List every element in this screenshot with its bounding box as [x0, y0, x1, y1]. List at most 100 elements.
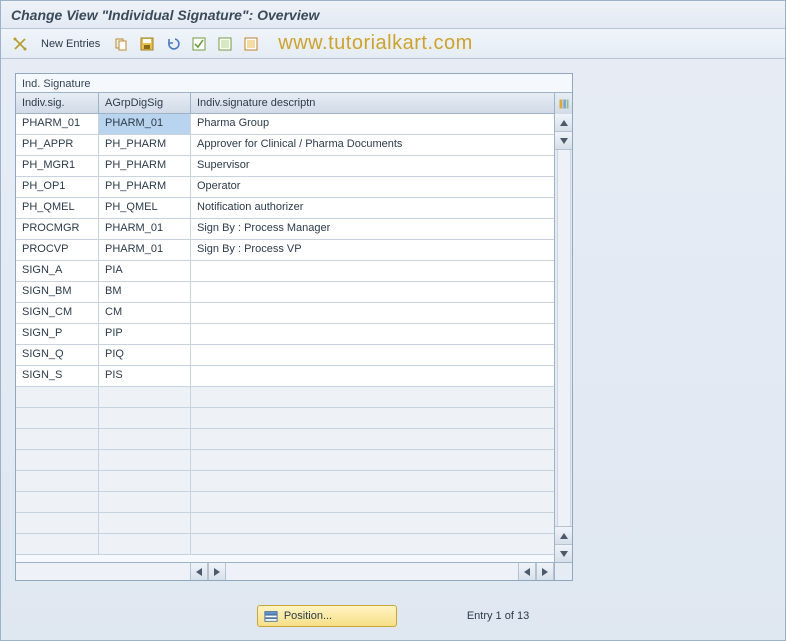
col-header-indiv-sig[interactable]: Indiv.sig.	[16, 93, 98, 113]
table-row[interactable]: SIGN_BMBM	[16, 282, 554, 303]
cell-agrp[interactable]: PH_PHARM	[98, 135, 190, 155]
cell-empty[interactable]	[190, 450, 554, 470]
save-icon[interactable]	[136, 34, 158, 54]
cell-empty[interactable]	[16, 450, 98, 470]
table-row[interactable]: SIGN_APIA	[16, 261, 554, 282]
table-row[interactable]	[16, 408, 554, 429]
cell-description[interactable]	[190, 282, 554, 302]
table-row[interactable]	[16, 492, 554, 513]
table-row[interactable]: SIGN_QPIQ	[16, 345, 554, 366]
table-row[interactable]: PH_MGR1PH_PHARMSupervisor	[16, 156, 554, 177]
cell-agrp[interactable]: PHARM_01	[98, 219, 190, 239]
cell-indiv-sig[interactable]: PH_OP1	[16, 177, 98, 197]
cell-empty[interactable]	[190, 513, 554, 533]
table-row[interactable]: PH_APPRPH_PHARMApprover for Clinical / P…	[16, 135, 554, 156]
scroll-up-icon[interactable]	[555, 114, 572, 132]
cell-description[interactable]: Approver for Clinical / Pharma Documents	[190, 135, 554, 155]
cell-description[interactable]: Notification authorizer	[190, 198, 554, 218]
table-row[interactable]	[16, 450, 554, 471]
table-row[interactable]: SIGN_CMCM	[16, 303, 554, 324]
hscroll-left-b-icon[interactable]	[518, 563, 536, 580]
table-row[interactable]: PROCMGRPHARM_01Sign By : Process Manager	[16, 219, 554, 240]
cell-agrp[interactable]: PHARM_01	[98, 240, 190, 260]
table-row[interactable]: PHARM_01PHARM_01Pharma Group	[16, 114, 554, 135]
cell-empty[interactable]	[16, 429, 98, 449]
cell-empty[interactable]	[98, 513, 190, 533]
table-row[interactable]	[16, 471, 554, 492]
deselect-icon[interactable]	[240, 34, 262, 54]
cell-agrp[interactable]: PIQ	[98, 345, 190, 365]
cell-empty[interactable]	[190, 492, 554, 512]
cell-agrp[interactable]: PIS	[98, 366, 190, 386]
table-row[interactable]: PH_QMELPH_QMELNotification authorizer	[16, 198, 554, 219]
cell-empty[interactable]	[16, 408, 98, 428]
cell-indiv-sig[interactable]: PH_MGR1	[16, 156, 98, 176]
cell-description[interactable]: Pharma Group	[190, 114, 554, 134]
cell-empty[interactable]	[16, 513, 98, 533]
cell-description[interactable]: Supervisor	[190, 156, 554, 176]
table-row[interactable]: SIGN_SPIS	[16, 366, 554, 387]
cell-indiv-sig[interactable]: SIGN_P	[16, 324, 98, 344]
cell-empty[interactable]	[190, 387, 554, 407]
cell-agrp[interactable]: PH_PHARM	[98, 156, 190, 176]
cell-agrp[interactable]: PIP	[98, 324, 190, 344]
table-row[interactable]	[16, 534, 554, 555]
col-header-agrp[interactable]: AGrpDigSig	[98, 93, 190, 113]
cell-description[interactable]	[190, 366, 554, 386]
vertical-scrollbar[interactable]	[554, 114, 572, 562]
table-row[interactable]: PROCVPPHARM_01Sign By : Process VP	[16, 240, 554, 261]
cell-agrp[interactable]: CM	[98, 303, 190, 323]
cell-empty[interactable]	[98, 429, 190, 449]
scroll-down-small-icon[interactable]	[555, 132, 572, 150]
cell-description[interactable]	[190, 345, 554, 365]
cell-indiv-sig[interactable]: SIGN_S	[16, 366, 98, 386]
new-entries-button[interactable]: New Entries	[35, 34, 106, 54]
toggle-icon[interactable]	[9, 34, 31, 54]
cell-indiv-sig[interactable]: PHARM_01	[16, 114, 98, 134]
cell-indiv-sig[interactable]: SIGN_BM	[16, 282, 98, 302]
table-row[interactable]	[16, 513, 554, 534]
cell-agrp[interactable]: PIA	[98, 261, 190, 281]
horizontal-scrollbar[interactable]	[16, 562, 572, 580]
cell-description[interactable]: Sign By : Process VP	[190, 240, 554, 260]
cell-indiv-sig[interactable]: SIGN_CM	[16, 303, 98, 323]
table-row[interactable]	[16, 429, 554, 450]
cell-empty[interactable]	[98, 408, 190, 428]
copy-icon[interactable]	[110, 34, 132, 54]
cell-agrp[interactable]: PH_QMEL	[98, 198, 190, 218]
scroll-track[interactable]	[555, 150, 572, 526]
cell-empty[interactable]	[98, 450, 190, 470]
table-row[interactable]: PH_OP1PH_PHARMOperator	[16, 177, 554, 198]
cell-indiv-sig[interactable]: PH_APPR	[16, 135, 98, 155]
scroll-up-bottom-icon[interactable]	[555, 526, 572, 544]
cell-description[interactable]: Sign By : Process Manager	[190, 219, 554, 239]
cell-empty[interactable]	[16, 387, 98, 407]
cell-indiv-sig[interactable]: PROCVP	[16, 240, 98, 260]
col-header-description[interactable]: Indiv.signature descriptn	[190, 93, 572, 113]
table-row[interactable]: SIGN_PPIP	[16, 324, 554, 345]
cell-description[interactable]	[190, 303, 554, 323]
cell-empty[interactable]	[190, 408, 554, 428]
cell-indiv-sig[interactable]: PH_QMEL	[16, 198, 98, 218]
position-button[interactable]: Position...	[257, 605, 397, 627]
cell-agrp[interactable]: PH_PHARM	[98, 177, 190, 197]
cell-empty[interactable]	[16, 492, 98, 512]
cell-empty[interactable]	[98, 534, 190, 554]
cell-empty[interactable]	[190, 534, 554, 554]
select-all-icon[interactable]	[188, 34, 210, 54]
cell-indiv-sig[interactable]: SIGN_A	[16, 261, 98, 281]
cell-description[interactable]	[190, 324, 554, 344]
cell-empty[interactable]	[98, 387, 190, 407]
cell-empty[interactable]	[16, 471, 98, 491]
cell-indiv-sig[interactable]: PROCMGR	[16, 219, 98, 239]
hscroll-right-a-icon[interactable]	[208, 563, 226, 580]
cell-indiv-sig[interactable]: SIGN_Q	[16, 345, 98, 365]
cell-description[interactable]: Operator	[190, 177, 554, 197]
table-row[interactable]	[16, 387, 554, 408]
cell-description[interactable]	[190, 261, 554, 281]
cell-empty[interactable]	[190, 429, 554, 449]
scroll-down-icon[interactable]	[555, 544, 572, 562]
cell-agrp[interactable]: PHARM_01	[98, 114, 190, 134]
cell-empty[interactable]	[190, 471, 554, 491]
hscroll-right-b-icon[interactable]	[536, 563, 554, 580]
